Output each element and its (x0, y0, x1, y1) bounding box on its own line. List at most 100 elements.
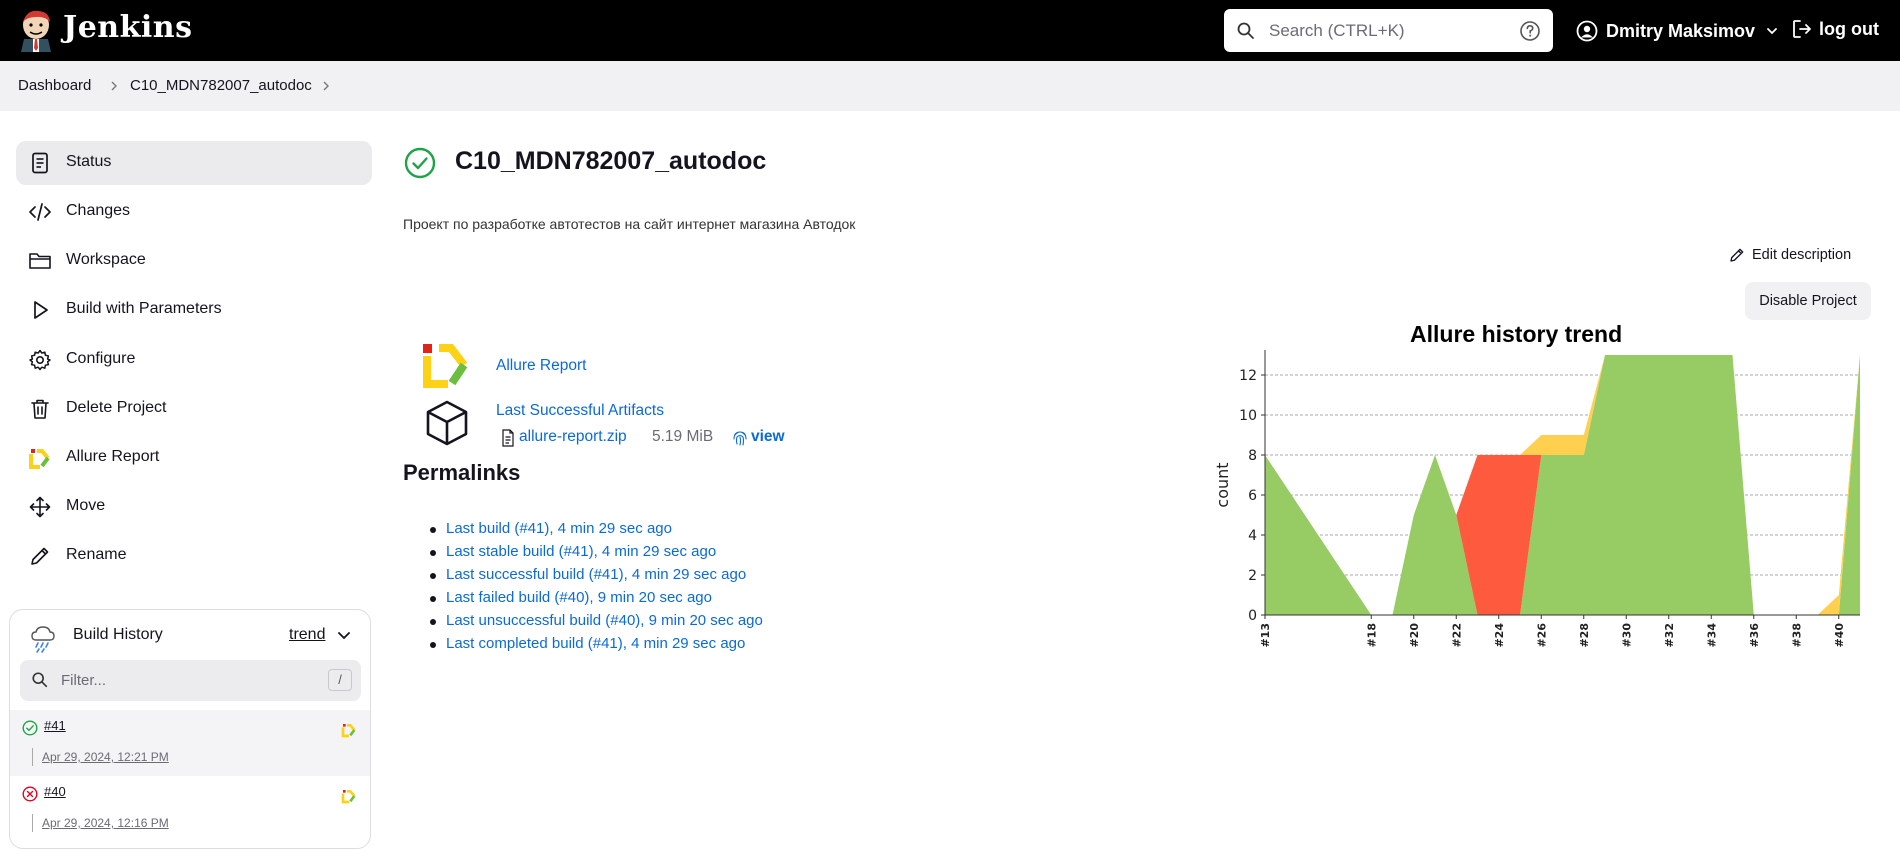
move-icon (29, 496, 51, 518)
x-tick-label: #26 (1535, 623, 1548, 648)
sidebar-item-rename[interactable]: Rename (16, 534, 372, 578)
search-icon (1237, 22, 1254, 39)
sidebar-item-configure[interactable]: Configure (16, 338, 372, 382)
build-history-panel: Build History trend Filter... / #41 Apr … (9, 609, 371, 849)
sidebar-item-build-with-parameters[interactable]: Build with Parameters (16, 288, 372, 332)
allure-icon[interactable] (341, 722, 357, 738)
x-tick-label: #40 (1833, 623, 1846, 648)
allure-trend-chart[interactable]: 0 2 4 6 8 10 12 #13 #18 #20 #22 #24 #26 #28 #30 #32 #34 #… (1200, 350, 1870, 660)
sidebar-item-label: Move (66, 497, 106, 514)
sidebar-item-label: Workspace (66, 251, 146, 268)
sidebar-item-label: Configure (66, 350, 136, 367)
sidebar-item-label: Allure Report (66, 448, 160, 465)
build-filter-field[interactable]: Filter... / (20, 660, 361, 701)
list-item: Last failed build (#40), 9 min 20 sec ag… (428, 589, 763, 612)
x-tick-label: #13 (1259, 623, 1272, 648)
breadcrumb-project[interactable]: C10_MDN782007_autodoc (130, 77, 312, 94)
trash-icon (31, 399, 49, 419)
list-item: Last unsuccessful build (#40), 9 min 20 … (428, 612, 763, 635)
weather-icon (31, 626, 55, 653)
page-title: C10_MDN782007_autodoc (455, 147, 767, 175)
build-number-link[interactable]: #41 (44, 718, 66, 733)
permalinks-heading: Permalinks (403, 460, 521, 485)
list-item: Last build (#41), 4 min 29 sec ago (428, 520, 763, 543)
brand-title[interactable]: Jenkins (63, 10, 192, 45)
artifact-view-link[interactable]: view (751, 428, 785, 446)
search-input[interactable]: Search (CTRL+K) (1269, 21, 1405, 41)
x-tick-label: #30 (1620, 623, 1633, 648)
sidebar-item-changes[interactable]: Changes (16, 190, 372, 234)
allure-icon[interactable] (422, 343, 470, 389)
y-tick-label: 12 (1239, 368, 1257, 384)
sidebar-item-status[interactable]: Status (16, 141, 372, 185)
filter-input[interactable]: Filter... (61, 672, 106, 689)
play-icon (34, 301, 48, 319)
project-description: Проект по разработке автотестов на сайт … (403, 216, 856, 232)
x-tick-label: #34 (1705, 623, 1718, 648)
x-tick-label: #32 (1663, 623, 1676, 648)
build-date-link[interactable]: Apr 29, 2024, 12:16 PM (42, 816, 169, 830)
build-date-link[interactable]: Apr 29, 2024, 12:21 PM (42, 750, 169, 764)
artifact-download-link[interactable]: allure-report.zip (519, 428, 627, 446)
sidebar-item-move[interactable]: Move (16, 485, 372, 529)
user-menu[interactable]: Dmitry Maksimov (1576, 18, 1779, 44)
jenkins-logo-icon[interactable] (17, 8, 55, 52)
pencil-icon (1730, 248, 1744, 262)
package-icon (426, 400, 468, 446)
y-tick-label: 2 (1248, 568, 1257, 584)
logout-label[interactable]: log out (1819, 19, 1879, 40)
permalink-last-failed-build[interactable]: Last failed build (#40), 9 min 20 sec ag… (446, 589, 712, 606)
y-axis-label: count (1213, 462, 1232, 507)
permalink-last-completed-build[interactable]: Last completed build (#41), 4 min 29 sec… (446, 635, 745, 652)
last-successful-artifacts-link[interactable]: Last Successful Artifacts (496, 402, 664, 420)
x-tick-label: #22 (1450, 623, 1463, 648)
chevron-right-icon[interactable] (321, 80, 331, 92)
chevron-down-icon[interactable] (1765, 24, 1779, 38)
allure-report-link[interactable]: Allure Report (496, 357, 586, 375)
permalink-last-unsuccessful-build[interactable]: Last unsuccessful build (#40), 9 min 20 … (446, 612, 763, 629)
build-number-link[interactable]: #40 (44, 784, 66, 799)
keyboard-shortcut-badge: / (328, 669, 352, 691)
series-area-passed (1265, 355, 1860, 615)
help-icon[interactable] (1519, 20, 1541, 42)
user-name[interactable]: Dmitry Maksimov (1606, 21, 1755, 42)
allure-icon[interactable] (341, 788, 357, 804)
code-icon (29, 203, 51, 221)
logout-link[interactable]: log out (1791, 18, 1879, 40)
file-icon (502, 429, 514, 447)
disable-project-button[interactable]: Disable Project (1745, 282, 1871, 320)
edit-description-link[interactable]: Edit description (1728, 246, 1851, 264)
sidebar-item-allure-report[interactable]: Allure Report (16, 436, 372, 480)
sidebar-item-delete-project[interactable]: Delete Project (16, 387, 372, 431)
permalink-last-build[interactable]: Last build (#41), 4 min 29 sec ago (446, 520, 672, 537)
edit-description-label[interactable]: Edit description (1752, 247, 1851, 263)
logout-icon (1793, 20, 1811, 38)
sidebar-item-label: Rename (66, 546, 127, 563)
sidebar-item-label: Build with Parameters (66, 300, 222, 317)
permalinks-list: Last build (#41), 4 min 29 sec ago Last … (428, 520, 763, 658)
chevron-right-icon (111, 81, 117, 91)
x-tick-label: #18 (1365, 623, 1378, 648)
permalink-last-successful-build[interactable]: Last successful build (#41), 4 min 29 se… (446, 566, 746, 583)
permalink-last-stable-build[interactable]: Last stable build (#41), 4 min 29 sec ag… (446, 543, 716, 560)
fingerprint-icon[interactable] (732, 429, 748, 447)
search-box[interactable]: Search (CTRL+K) (1224, 9, 1553, 52)
build-row[interactable]: #41 Apr 29, 2024, 12:21 PM (10, 710, 370, 776)
folder-icon (29, 253, 51, 269)
failed-icon (22, 786, 38, 802)
trend-link[interactable]: trend (289, 626, 325, 644)
header-bar: Jenkins Search (CTRL+K) Dmitry Maksimov … (0, 0, 1900, 61)
search-icon (32, 672, 48, 688)
list-item: Last completed build (#41), 4 min 29 sec… (428, 635, 763, 658)
timeline-divider (32, 814, 33, 832)
sidebar-item-label: Status (66, 153, 112, 170)
chevron-down-icon[interactable] (337, 630, 351, 642)
gear-icon (29, 349, 51, 371)
success-icon (404, 147, 436, 179)
build-row[interactable]: #40 Apr 29, 2024, 12:16 PM (10, 776, 370, 842)
breadcrumb-dashboard[interactable]: Dashboard (18, 77, 91, 94)
y-tick-label: 8 (1248, 448, 1257, 464)
user-icon (1576, 20, 1598, 42)
sidebar-item-workspace[interactable]: Workspace (16, 239, 372, 283)
timeline-divider (32, 748, 33, 766)
